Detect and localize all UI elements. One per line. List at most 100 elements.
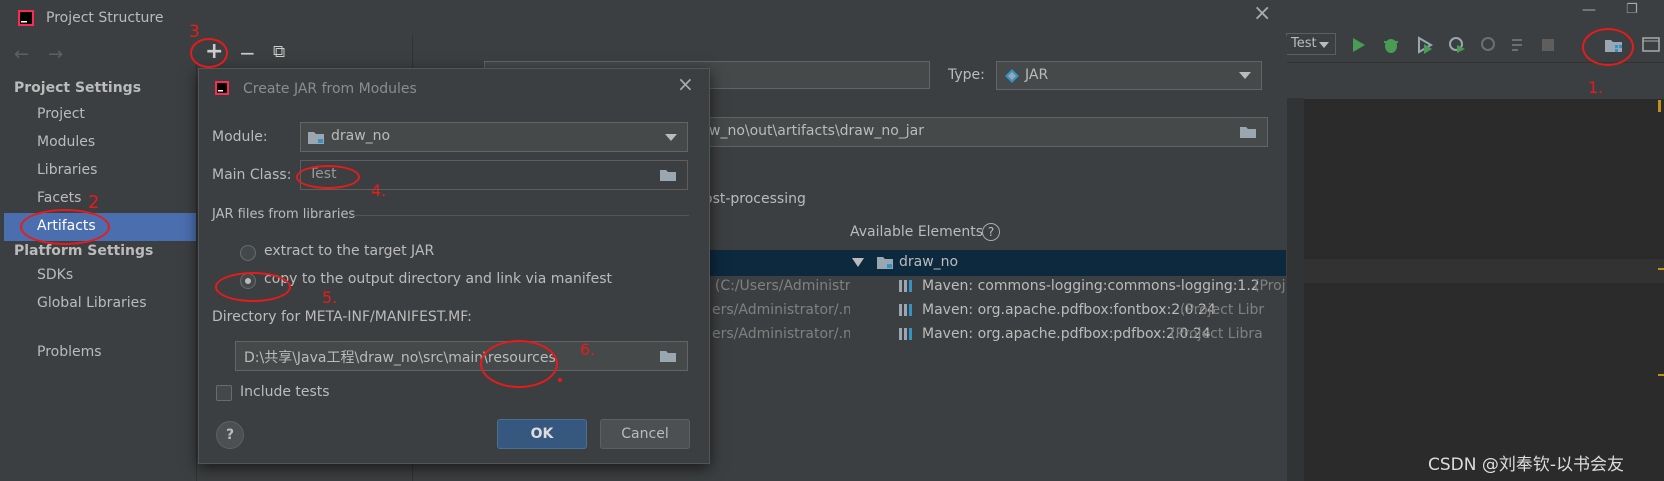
sidebar-item-problems[interactable]: Problems [37,344,102,360]
chevron-down-icon [1239,72,1251,79]
folder-icon[interactable] [659,168,677,182]
tree-item-suffix: (Project Libr [1180,302,1265,318]
module-combo[interactable]: draw_no [300,122,688,152]
radio-extract-label[interactable]: extract to the target JAR [264,243,434,259]
create-jar-dialog: Create JAR from Modules × Module: draw_n… [198,68,710,464]
sidebar-item-libraries[interactable]: Libraries [37,162,97,178]
run-config-label: Test [1291,36,1317,51]
left-col-fragment: ers/Administrator/.m2/ [712,326,850,342]
ide-current-line [1304,259,1664,283]
help-icon: ? [225,427,235,443]
run-icon[interactable] [1352,37,1366,53]
profile-icon[interactable] [1448,36,1466,54]
type-label: Type: [948,67,985,83]
ide-tabbar [1286,62,1664,99]
annotation-step-3: 3 [189,22,200,42]
run-config-combo[interactable]: Test [1286,33,1336,55]
annotation-step-4: 4. [371,181,387,200]
stop-icon[interactable] [1542,39,1554,51]
expand-icon[interactable] [852,258,864,267]
debug-icon[interactable] [1382,36,1400,54]
tree-item[interactable]: Maven: commons-logging:commons-logging:1… [922,278,1260,294]
radio-extract[interactable] [240,245,256,261]
help-icon[interactable]: ? [982,223,1000,241]
jar-files-label: JAR files from libraries [212,207,356,222]
dialog-title: Create JAR from Modules [243,81,417,97]
left-col-fragment: ers/Administrator/.m2 [712,302,850,318]
annotation-step-2: 2 [88,192,100,213]
type-combo[interactable]: JAR [996,61,1262,90]
restore-icon[interactable]: ❐ [1626,2,1638,17]
available-elements-label: Available Elements [850,224,984,240]
annotation-step-1: 1. [1588,78,1604,97]
run-anything-icon[interactable] [1642,37,1660,53]
post-processing-tab[interactable]: ost-processing [704,191,806,207]
watermark: CSDN @刘奉钦-以书会友 [1428,455,1625,475]
annotation-circle [20,209,110,245]
ok-label: OK [530,426,554,442]
module-folder-icon [877,257,893,269]
section-divider [351,215,689,216]
tree-item[interactable]: Maven: org.apache.pdfbox:pdfbox:2.0.24 [922,326,1211,342]
coverage-icon[interactable] [1416,36,1434,54]
ide-marker [1658,100,1661,112]
folder-icon[interactable] [1239,125,1257,139]
module-value: draw_no [331,128,391,144]
dialog-close-icon[interactable]: × [677,72,694,96]
annotation-circle [480,340,558,388]
module-label: Module: [212,129,268,145]
tree-item-suffix: (Proj [1254,278,1286,294]
include-tests-checkbox[interactable] [216,385,232,401]
cancel-button[interactable]: Cancel [600,419,690,449]
output-directory-input[interactable]: w_no\out\artifacts\draw_no_jar [700,117,1268,147]
tree-root-label[interactable]: draw_no [899,254,958,270]
chevron-down-icon [665,134,677,141]
output-directory-value: w_no\out\artifacts\draw_no_jar [709,123,925,139]
radio-copy-label[interactable]: copy to the output directory and link vi… [264,271,612,287]
minimize-icon[interactable]: — [1582,2,1596,18]
library-icon [899,328,912,340]
copy-button[interactable]: ⧉ [273,42,285,62]
step-icon[interactable] [1510,36,1528,54]
type-value: JAR [1025,67,1049,83]
module-folder-icon [308,132,324,144]
settings-sidebar [4,62,196,481]
app-logo-icon [215,81,229,95]
manifest-dir-label: Directory for META-INF/MANIFEST.MF: [212,309,472,325]
ide-gutter [1286,98,1304,481]
sidebar-item-facets[interactable]: Facets [37,190,81,206]
ide-marker [1658,268,1664,270]
main-class-label: Main Class: [212,167,292,183]
tree-item-suffix: (Project Libra [1170,326,1263,342]
window-title: Project Structure [46,10,164,26]
folder-icon[interactable] [659,349,677,363]
sidebar-item-sdks[interactable]: SDKs [37,267,73,283]
close-icon[interactable]: × [1253,1,1271,26]
sidebar-item-global-libraries[interactable]: Global Libraries [37,295,147,311]
annotation-circle [1582,28,1634,66]
manifest-dir-input[interactable]: D:\共享\Java工程\draw_no\src\main\resources [235,341,688,371]
attach-icon[interactable] [1480,36,1498,54]
cancel-label: Cancel [621,426,669,442]
ok-button[interactable]: OK [497,419,587,449]
app-logo-icon [18,10,34,26]
tree-item[interactable]: Maven: org.apache.pdfbox:fontbox:2.0.24 [922,302,1216,318]
ide-marker [1658,374,1664,376]
library-icon [899,304,912,316]
annotation-circle [215,272,291,302]
chevron-down-icon [1319,42,1329,48]
annotation-step-6: 6. [580,340,596,359]
left-col-fragment: " (C:/Users/Administr [704,278,850,294]
include-tests-label[interactable]: Include tests [240,384,330,400]
tree-selected-row [704,250,1286,276]
sidebar-item-project[interactable]: Project [37,106,85,122]
annotation-circle [296,165,360,189]
annotation-step-5: 5. [322,288,338,307]
help-button[interactable]: ? [216,421,244,449]
annotation-dot [558,378,562,382]
platform-settings-heading: Platform Settings [14,243,154,259]
annotation-circle [190,38,228,68]
sidebar-item-modules[interactable]: Modules [37,134,95,150]
project-settings-heading: Project Settings [14,80,142,96]
library-icon [899,280,912,292]
